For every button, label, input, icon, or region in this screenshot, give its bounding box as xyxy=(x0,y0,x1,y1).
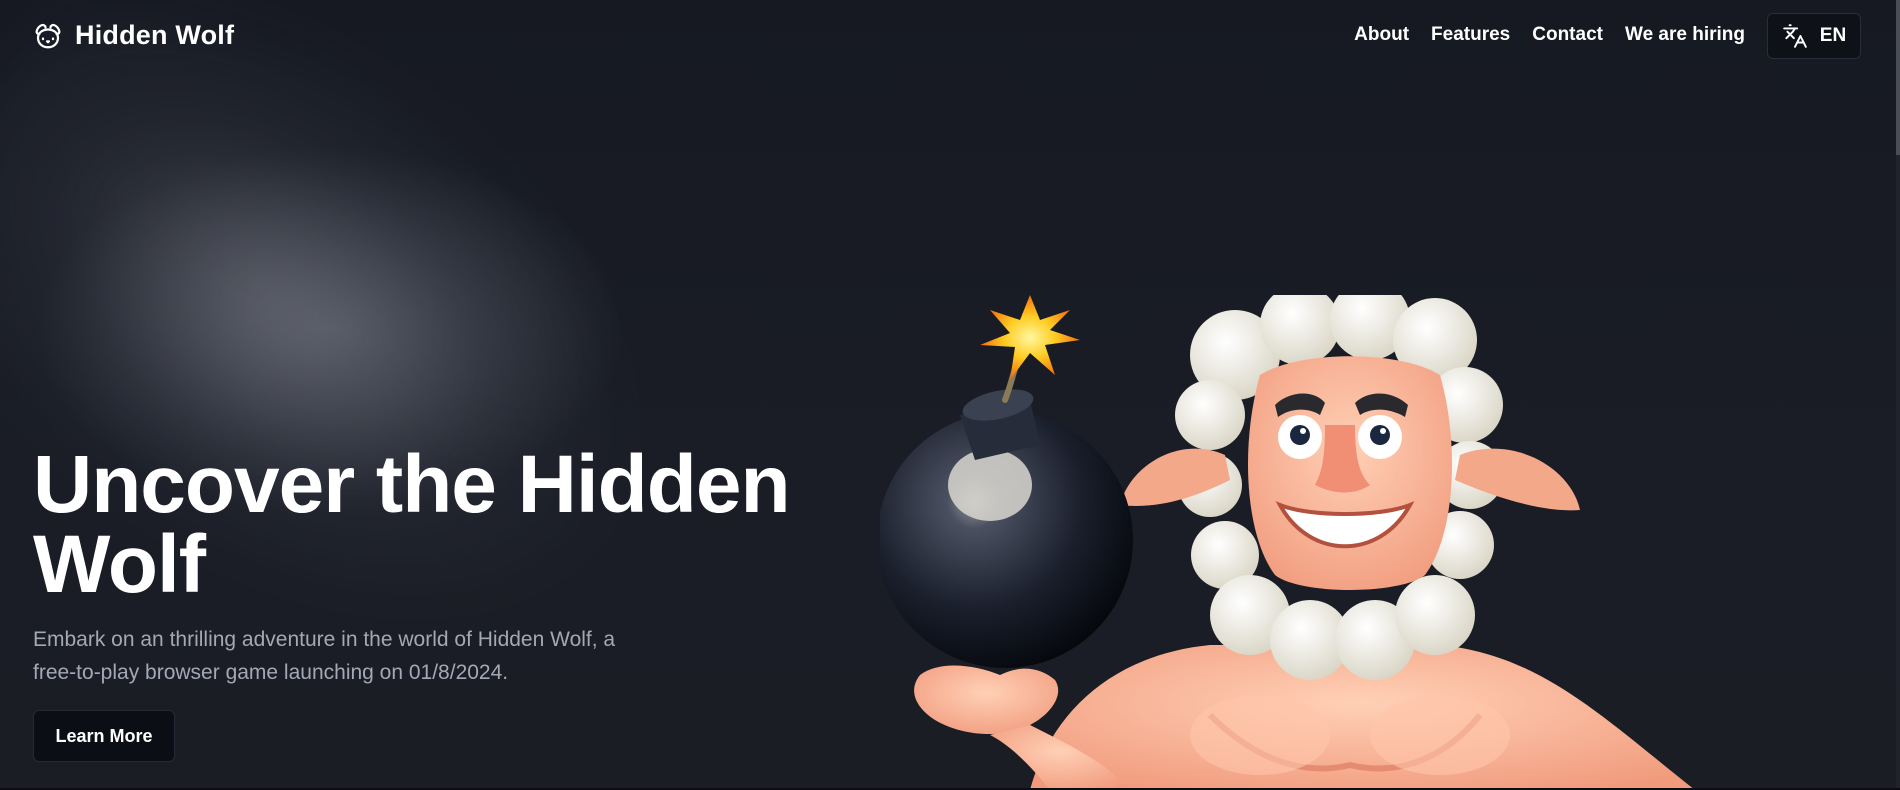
nav-link-hiring[interactable]: We are hiring xyxy=(1625,24,1745,46)
learn-more-button[interactable]: Learn More xyxy=(33,710,175,762)
translate-icon xyxy=(1782,24,1807,48)
brand-logo-link[interactable]: Hidden Wolf xyxy=(33,20,234,51)
hero-description: Embark on an thrilling adventure in the … xyxy=(33,623,673,689)
dog-face-icon xyxy=(35,23,61,48)
nav-link-features[interactable]: Features xyxy=(1431,24,1510,46)
language-label: EN xyxy=(1819,25,1847,46)
nav-link-contact[interactable]: Contact xyxy=(1532,24,1603,46)
main-nav: About Features Contact We are hiring xyxy=(1354,24,1745,46)
hero-title: Uncover the Hidden Wolf xyxy=(33,444,833,606)
page: Hidden Wolf About Features Contact We ar… xyxy=(0,0,1900,790)
hero-title-line-1: Uncover the Hidden xyxy=(33,439,791,530)
scrollbar-thumb[interactable] xyxy=(1896,0,1900,155)
hero-illustration xyxy=(880,295,1695,790)
site-header: Hidden Wolf About Features Contact We ar… xyxy=(0,0,1900,72)
nav-link-about[interactable]: About xyxy=(1354,24,1409,46)
scrollbar[interactable] xyxy=(1896,0,1900,790)
hero-description-line-2: free-to-play browser game launching on 0… xyxy=(33,661,509,684)
brand-name: Hidden Wolf xyxy=(75,20,235,50)
hero-description-line-1: Embark on an thrilling adventure in the … xyxy=(33,628,616,651)
language-switcher-button[interactable]: EN xyxy=(1767,13,1861,59)
hero-title-line-2: Wolf xyxy=(33,519,206,610)
